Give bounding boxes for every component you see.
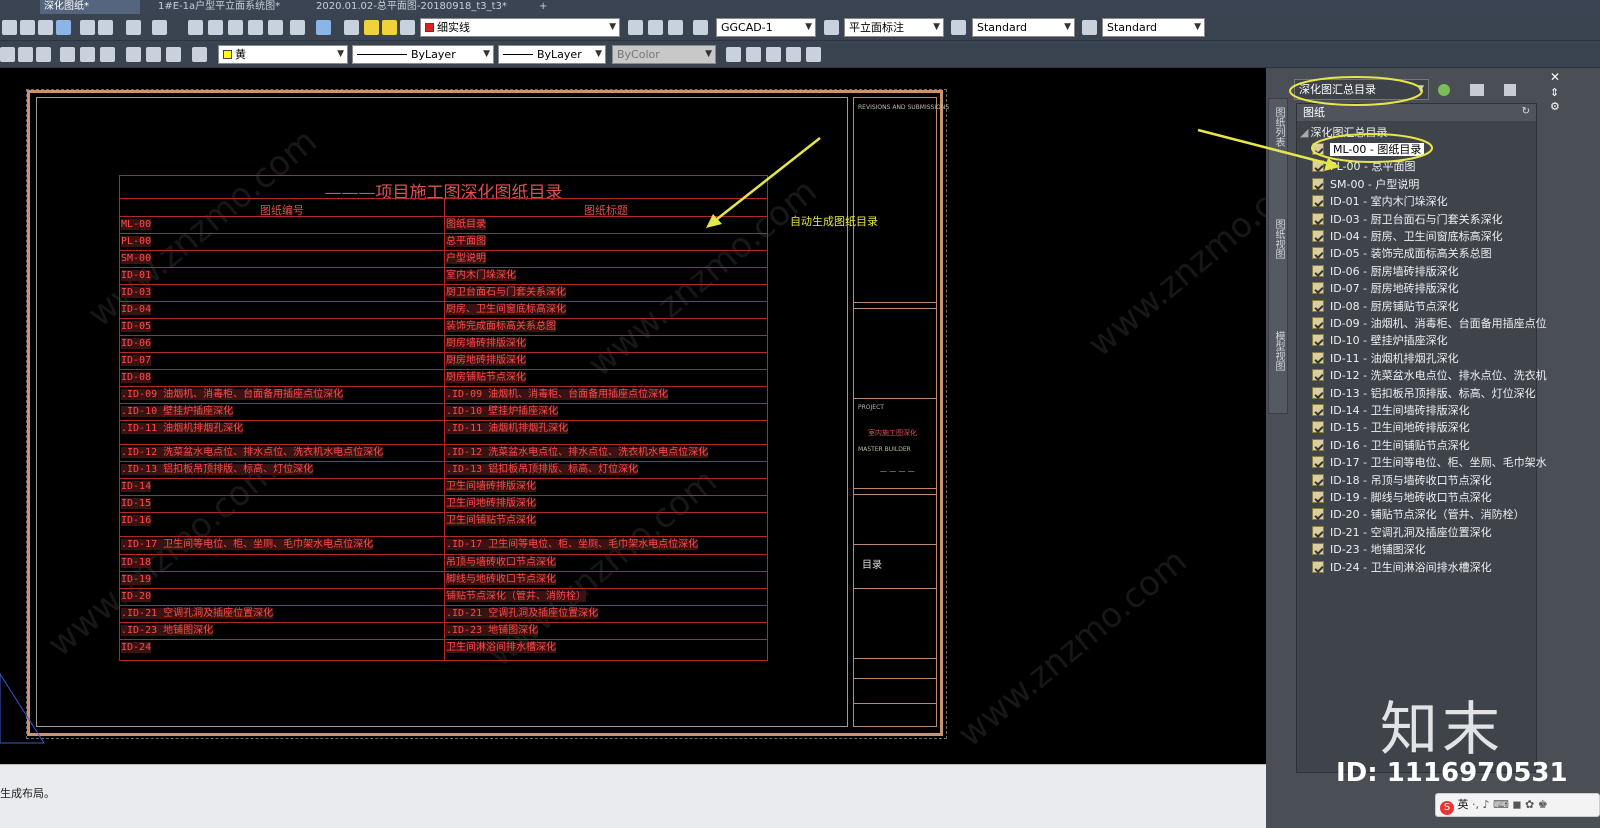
autocad-window: { "tabs": [ {"label": "深化图纸*"}, {"label"…	[0, 0, 1600, 828]
highlight-overlays	[1197, 76, 1433, 171]
annotation-arrow-line	[1197, 128, 1331, 166]
sogou-icon: S	[1440, 801, 1454, 815]
watermark-id: ID: 1116970531	[1336, 758, 1568, 788]
ime-toolbar[interactable]: S 英 ·, ♪ ⌨ ◼ ✿ ♚	[1435, 793, 1600, 817]
ime-tools-icon: ·, ♪ ⌨ ◼ ✿ ♚	[1472, 798, 1548, 811]
highlight-ellipse	[1289, 76, 1423, 106]
ime-lang: 英	[1457, 798, 1469, 811]
highlight-ellipse	[1311, 133, 1433, 163]
watermark-logo: 知末	[1380, 695, 1505, 763]
